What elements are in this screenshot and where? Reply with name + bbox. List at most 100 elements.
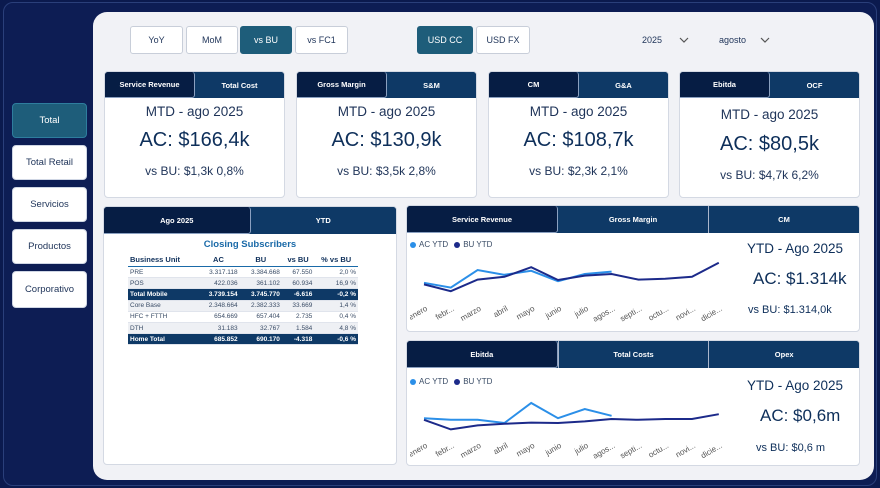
table-cell: 2.348.664 xyxy=(197,300,240,312)
currency-usd-fx[interactable]: USD FX xyxy=(476,26,530,54)
subscribers-table: Business Unit AC BU vs BU% vs BU PRE 3.317.1… xyxy=(128,253,358,346)
tab-service-revenue[interactable]: Service Revenue xyxy=(407,206,558,233)
table-cell: 1.584 xyxy=(281,322,315,335)
x-tick-label: febr... xyxy=(434,304,456,322)
table-row: PRE 3.317.118 3.384.668 67.550 2,0 % xyxy=(128,266,358,279)
table-cell: -0,6 % xyxy=(314,333,358,346)
legend-ac-label: AC YTD xyxy=(419,240,449,249)
tab-opex[interactable]: Opex xyxy=(708,341,859,368)
table-row: Home Total 685.852 690.170 -4.318 -0,6 % xyxy=(128,333,358,346)
toggle-mom[interactable]: MoM xyxy=(186,26,238,54)
nav-total[interactable]: Total xyxy=(12,103,87,138)
nav-corporativo[interactable]: Corporativo xyxy=(12,271,87,308)
table-cell: 361.102 xyxy=(239,277,282,290)
legend-bu-marker xyxy=(454,378,461,385)
kpi-card-service-revenue: Service Revenue Total Cost MTD - ago 2025… xyxy=(104,71,285,198)
nav-total-retail[interactable]: Total Retail xyxy=(12,145,87,180)
x-tick-label: marzo xyxy=(459,441,483,460)
kpi-ac-value: AC: $166,4k xyxy=(139,129,250,151)
tab-gross-margin[interactable]: Gross Margin xyxy=(558,206,708,233)
x-tick-label: mayo xyxy=(515,304,537,322)
table-cell: 2,0 % xyxy=(314,266,358,279)
x-tick-label: abril xyxy=(492,441,510,456)
year-dropdown[interactable]: 2025 xyxy=(642,31,689,49)
table-cell: 32.767 xyxy=(239,322,282,335)
tab-g-and-a[interactable]: G&A xyxy=(579,72,668,98)
closing-subscribers-title: Closing Subscribers xyxy=(203,239,297,250)
kpi-vs-bu: vs BU: $3,5k 2,8% xyxy=(337,164,436,178)
table-cell: -0,2 % xyxy=(314,288,358,301)
x-tick-label: julio xyxy=(572,441,590,457)
x-tick-label: junio xyxy=(543,304,563,321)
toggle-yoy[interactable]: YoY xyxy=(130,26,183,54)
tab-ebitda[interactable]: Ebitda xyxy=(407,341,558,368)
legend-bu-marker xyxy=(454,241,461,248)
kpi-card-gross-margin: Gross Margin S&M MTD - ago 2025 AC: $130,… xyxy=(296,71,477,198)
column-header[interactable]: vs BU xyxy=(281,253,315,267)
table-cell: 654.669 xyxy=(197,311,240,323)
table-cell: 4,8 % xyxy=(314,322,358,335)
ytd-title: YTD - Ago 2025 xyxy=(747,378,844,393)
x-tick-label: abril xyxy=(492,304,510,319)
table-cell: 3.745.770 xyxy=(239,288,282,301)
x-tick-label: octu... xyxy=(647,304,670,323)
chart-legend: AC YTD BU YTD xyxy=(410,377,492,386)
ytd-vs-bu: vs BU: $1.314,0k xyxy=(748,304,832,316)
chevron-down-icon xyxy=(679,37,689,43)
table-cell: HFC + FTTH xyxy=(128,311,198,323)
kpi-vs-bu: vs BU: $2,3k 2,1% xyxy=(529,164,628,178)
x-tick-label: junio xyxy=(543,441,563,458)
table-cell: PRE xyxy=(128,266,198,279)
tab-total-costs[interactable]: Total Costs xyxy=(557,341,709,368)
kpi-ac-value: AC: $108,7k xyxy=(523,129,634,151)
column-header[interactable]: BU xyxy=(239,253,282,267)
x-tick-label: dicie... xyxy=(699,304,724,323)
month-value: agosto xyxy=(719,35,747,45)
toggle-vs-bu[interactable]: vs BU xyxy=(240,26,292,54)
tab-ocf[interactable]: OCF xyxy=(770,72,859,98)
tab-ago-2025[interactable]: Ago 2025 xyxy=(104,207,251,234)
x-tick-label: marzo xyxy=(459,304,483,323)
currency-usd-cc[interactable]: USD CC xyxy=(417,26,473,54)
tab-ytd[interactable]: YTD xyxy=(250,207,396,234)
tab-ebitda[interactable]: Ebitda xyxy=(680,72,770,98)
tab-gross-margin[interactable]: Gross Margin xyxy=(297,72,387,98)
toggle-vs-fc1[interactable]: vs FC1 xyxy=(295,26,348,54)
x-tick-label: febr... xyxy=(434,441,456,459)
tab-service-revenue[interactable]: Service Revenue xyxy=(105,72,195,98)
table-cell: 2.735 xyxy=(281,311,315,323)
table-row: POS 422.036 361.102 60.934 16,9 % xyxy=(128,277,358,290)
legend-bu-label: BU YTD xyxy=(463,240,493,249)
x-tick-label: octu... xyxy=(647,441,670,460)
x-tick-label: agos... xyxy=(591,441,616,461)
column-header[interactable]: % vs BU xyxy=(314,253,358,267)
tab-cm[interactable]: CM xyxy=(489,72,579,98)
tab-s-and-m[interactable]: S&M xyxy=(387,72,476,98)
column-header[interactable]: Business Unit xyxy=(128,253,198,267)
chart-legend: AC YTD BU YTD xyxy=(410,240,492,249)
nav-productos[interactable]: Productos xyxy=(12,229,87,264)
subscribers-card: Ago 2025 YTD Closing Subscribers Business… xyxy=(103,206,397,465)
column-header[interactable]: AC xyxy=(197,253,240,267)
bu-ytd-line xyxy=(423,413,719,431)
tab-total-cost[interactable]: Total Cost xyxy=(195,72,284,98)
x-tick-label: septi... xyxy=(618,441,643,461)
kpi-ac-value: AC: $130,9k xyxy=(331,129,442,151)
x-tick-label: novi... xyxy=(674,441,697,459)
table-cell: 1,4 % xyxy=(314,300,358,312)
x-tick-label: agos... xyxy=(591,304,616,324)
chevron-down-icon xyxy=(760,37,770,43)
ytd-ac-value: AC: $1.314k xyxy=(753,269,847,288)
month-dropdown[interactable]: agosto xyxy=(719,31,770,49)
table-cell: -4.318 xyxy=(281,333,315,346)
service-revenue-line-chart: enero febr... marzo abril mayo junio julio agos… xyxy=(410,261,724,324)
kpi-vs-bu: vs BU: $1,3k 0,8% xyxy=(145,164,244,178)
table-cell: Home Total xyxy=(128,333,198,346)
x-tick-label: julio xyxy=(572,304,590,320)
ebitda-line-chart: enero febr... marzo abril mayo junio julio agos… xyxy=(410,401,724,461)
ytd-ac-value: AC: $0,6m xyxy=(760,406,841,425)
tab-cm[interactable]: CM xyxy=(708,206,859,233)
kpi-period: MTD - ago 2025 xyxy=(529,104,628,119)
nav-servicios[interactable]: Servicios xyxy=(12,187,87,222)
kpi-period: MTD - ago 2025 xyxy=(720,107,819,122)
